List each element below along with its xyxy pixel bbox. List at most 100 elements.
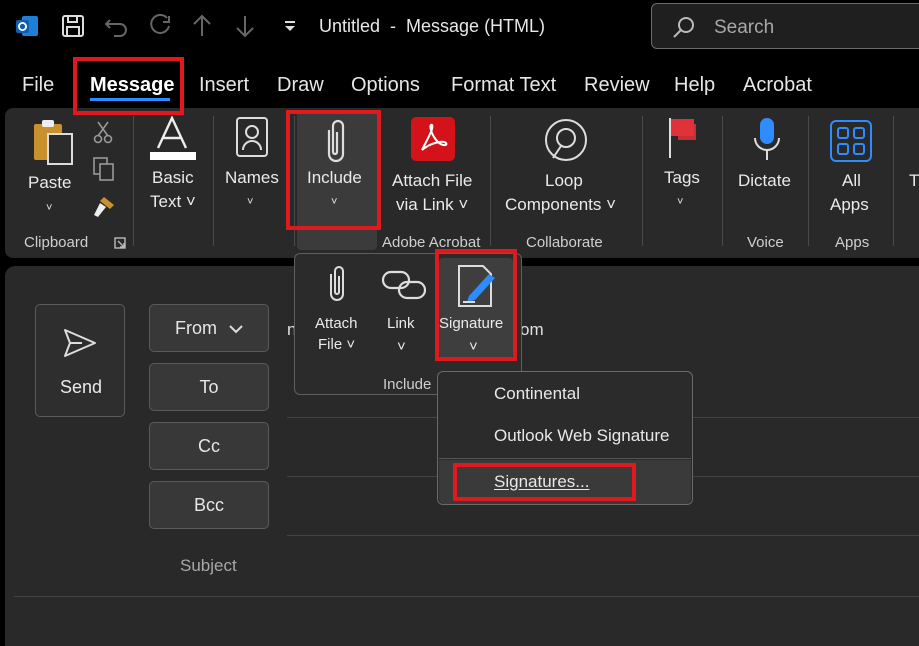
menu-options[interactable]: Options — [351, 74, 420, 97]
basic-text-button[interactable]: Basic Text ˅ — [144, 115, 204, 216]
microphone-icon — [752, 116, 782, 169]
search-placeholder: Search — [714, 17, 775, 38]
clipboard-paste-icon — [32, 118, 76, 171]
clipboard-group-label: Clipboard — [24, 234, 89, 251]
ribbon-separator — [213, 116, 214, 246]
paperclip-icon — [321, 118, 351, 173]
customize-toolbar-icon[interactable] — [275, 10, 305, 42]
bcc-button[interactable]: Bcc — [149, 481, 269, 529]
menu-help[interactable]: Help — [674, 74, 715, 97]
send-button[interactable]: Send — [35, 304, 125, 417]
clipboard-launcher-icon[interactable] — [114, 236, 126, 254]
bcc-field-underline — [287, 535, 919, 536]
arrow-down-icon[interactable] — [230, 10, 260, 42]
tags-chevron-icon: ˅ — [677, 196, 684, 208]
include-label: Include — [307, 168, 362, 187]
title-bar: Untitled - Message (HTML) Search — [0, 0, 919, 56]
menu-acrobat[interactable]: Acrobat — [743, 74, 812, 97]
all-apps-label-2: Apps — [830, 195, 869, 214]
paperclip-icon — [325, 264, 349, 311]
paste-chevron-icon: ˅ — [46, 202, 53, 214]
voice-group-label: Voice — [747, 234, 784, 251]
attach-file-button[interactable]: Attach File ˅ — [309, 262, 365, 358]
collaborate-group-label: Collaborate — [526, 234, 603, 251]
menu-divider — [439, 458, 691, 459]
from-button[interactable]: From — [149, 304, 269, 352]
signature-chevron-icon: ˅ — [469, 338, 478, 355]
to-button[interactable]: To — [149, 363, 269, 411]
subject-field[interactable]: Subject — [180, 556, 237, 576]
tags-label: Tags — [664, 168, 700, 187]
signature-label: Signature — [439, 315, 504, 332]
bcc-label: Bcc — [193, 494, 224, 515]
loop-label-2: Components ˅ — [505, 195, 617, 214]
tags-button[interactable]: Tags ˅ — [660, 116, 704, 216]
acrobat-icon — [410, 116, 456, 167]
attach-link-label-1: Attach File — [392, 171, 473, 190]
attach-link-label-2: via Link ˅ — [396, 195, 469, 214]
format-painter-icon[interactable] — [90, 195, 116, 224]
paste-label: Paste — [28, 173, 72, 192]
apps-grid-icon — [830, 120, 872, 167]
menu-file[interactable]: File — [22, 74, 54, 97]
window-title: Untitled - Message (HTML) — [319, 16, 546, 36]
dictate-label: Dictate — [738, 171, 791, 190]
dictate-button[interactable]: Dictate — [736, 116, 800, 216]
address-book-icon — [235, 116, 271, 165]
apps-group-label: Apps — [835, 234, 870, 251]
signature-pen-icon — [455, 264, 499, 315]
from-value-end: om — [520, 320, 544, 339]
paste-button[interactable]: Paste ˅ — [22, 118, 82, 218]
redo-icon[interactable] — [145, 10, 175, 42]
all-apps-label-1: All — [842, 171, 861, 190]
signature-dropdown-menu: Continental Outlook Web Signature Signat… — [437, 371, 693, 505]
ribbon-separator — [490, 116, 491, 246]
ribbon-separator — [294, 116, 295, 246]
menu-draw[interactable]: Draw — [277, 74, 324, 97]
active-tab-underline — [90, 98, 170, 101]
menu-format-text[interactable]: Format Text — [451, 74, 556, 97]
all-apps-button[interactable]: All Apps — [826, 116, 878, 216]
link-label: Link — [387, 315, 415, 332]
cc-button[interactable]: Cc — [149, 422, 269, 470]
ribbon-separator — [642, 116, 643, 246]
signature-option-outlook-web[interactable]: Outlook Web Signature — [494, 426, 669, 446]
loop-components-button[interactable]: Loop Components ˅ — [505, 116, 627, 216]
link-button[interactable]: Link ˅ — [379, 262, 429, 358]
menu-review[interactable]: Review — [584, 74, 650, 97]
ribbon-separator — [722, 116, 723, 246]
send-arrow-icon — [62, 327, 98, 364]
signatures-settings-item[interactable]: Signatures... — [494, 472, 589, 492]
search-box[interactable]: Search — [651, 3, 919, 49]
basic-text-label-1: Basic — [152, 168, 194, 187]
save-icon[interactable] — [58, 10, 88, 42]
search-icon — [672, 15, 696, 44]
flag-icon — [666, 116, 698, 165]
link-chain-icon — [381, 268, 427, 307]
include-group-label: Include — [383, 376, 432, 393]
names-button[interactable]: Names ˅ — [225, 116, 285, 216]
outlook-logo-icon — [12, 10, 42, 42]
link-chevron-icon: ˅ — [397, 338, 406, 355]
attach-file-via-link-button[interactable]: Attach File via Link ˅ — [388, 116, 484, 216]
font-a-icon — [148, 115, 196, 167]
signature-option-continental[interactable]: Continental — [494, 384, 580, 404]
include-button[interactable]: Include ˅ — [297, 110, 377, 250]
attach-file-label-2: File ˅ — [318, 336, 356, 353]
cc-label: Cc — [198, 435, 220, 456]
names-label: Names — [225, 168, 279, 187]
arrow-up-icon[interactable] — [187, 10, 217, 42]
subject-field-underline — [14, 596, 919, 597]
menu-message[interactable]: Message — [90, 74, 175, 97]
copy-icon[interactable] — [92, 156, 116, 187]
from-chevron-icon — [229, 318, 243, 339]
undo-icon[interactable] — [102, 10, 132, 42]
ribbon-separator — [808, 116, 809, 246]
ribbon-separator — [133, 116, 134, 246]
signature-button[interactable]: Signature ˅ — [439, 258, 513, 358]
menu-insert[interactable]: Insert — [199, 74, 249, 97]
cut-icon[interactable] — [93, 120, 113, 149]
attach-file-label-1: Attach — [315, 315, 358, 332]
basic-text-label-2: Text ˅ — [150, 192, 196, 211]
loop-label-1: Loop — [545, 171, 583, 190]
